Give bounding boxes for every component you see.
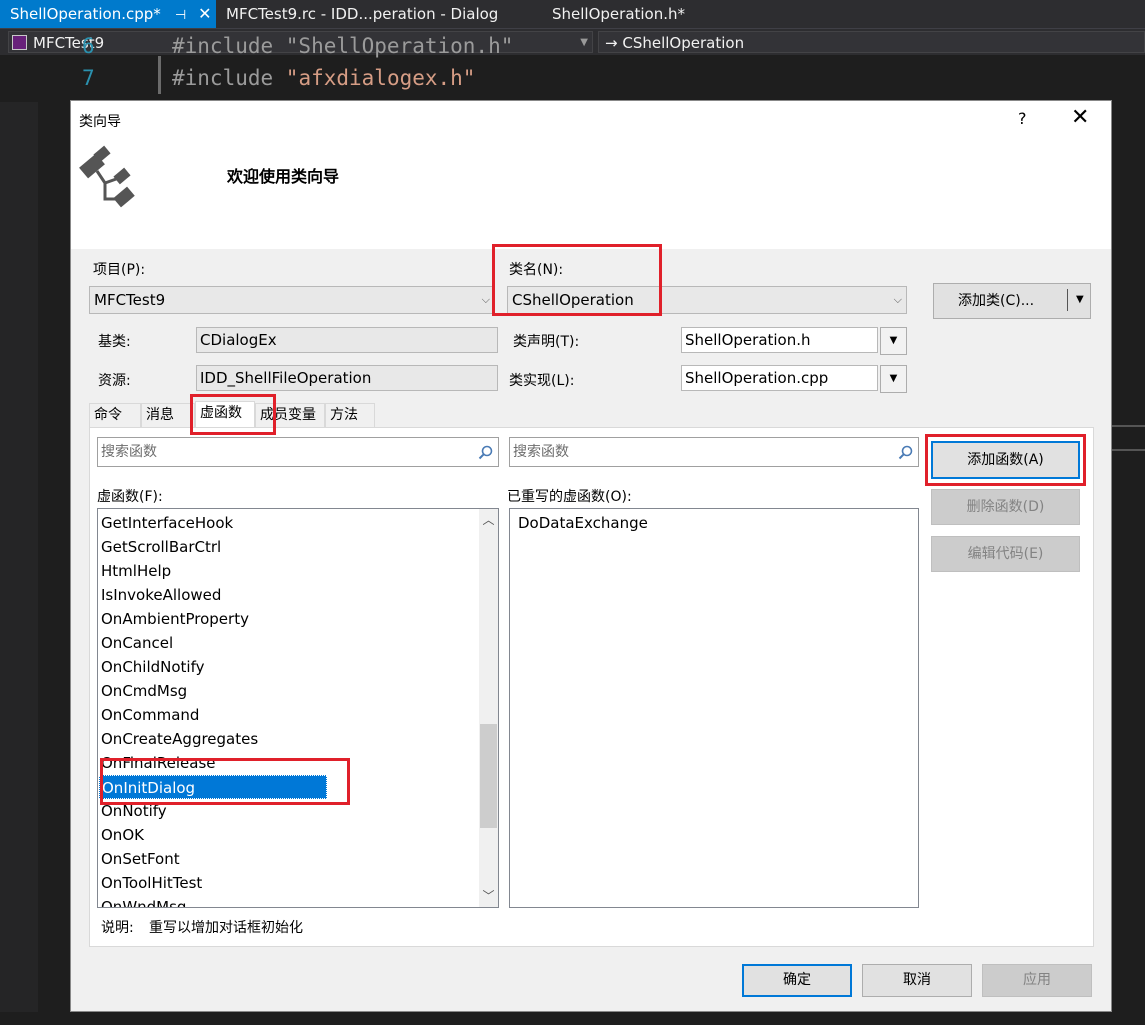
list-item[interactable]: IsInvokeAllowed	[99, 583, 221, 607]
class-wizard-dialog: 类向导 ? ✕ 欢迎使用类向导 项目(P): MFCTest9 ⌵ 类名(N):…	[70, 100, 1112, 1012]
code-string: "afxdialogex.h"	[285, 66, 476, 90]
add-class-label: 添加类(C)...	[958, 293, 1035, 309]
list-item[interactable]: OnCmdMsg	[99, 679, 187, 703]
project-icon	[12, 35, 27, 50]
virtual-functions-label: 虚函数(F):	[97, 489, 163, 505]
chevron-down-icon: ▼	[580, 37, 588, 48]
list-item[interactable]: GetInterfaceHook	[99, 511, 233, 535]
class-decl-field[interactable]: ShellOperation.h	[681, 327, 878, 353]
class-decl-label: 类声明(T):	[513, 334, 580, 350]
editor-decoration	[1112, 425, 1145, 451]
list-item[interactable]: OnCreateAggregates	[99, 727, 258, 751]
class-impl-label: 类实现(L):	[509, 373, 575, 389]
delete-function-button[interactable]: 删除函数(D)	[931, 489, 1080, 525]
tab-commands[interactable]: 命令	[89, 403, 141, 427]
tab-shelloperation-h[interactable]: ShellOperation.h*	[542, 0, 742, 28]
search-overridden-input[interactable]: 搜索函数	[509, 437, 919, 467]
overridden-functions-label: 已重写的虚函数(O):	[507, 489, 632, 505]
code-line: #include "afxdialogex.h"	[172, 66, 475, 90]
tab-mfctest9-rc[interactable]: MFCTest9.rc - IDD...peration - Dialog	[216, 0, 536, 28]
chevron-down-icon: ⌵	[893, 293, 902, 306]
list-item[interactable]: OnCancel	[99, 631, 173, 655]
chevron-down-icon: ⌵	[481, 293, 490, 306]
list-item[interactable]: OnCommand	[99, 703, 199, 727]
highlight-box-add-function	[925, 434, 1086, 486]
edit-code-button[interactable]: 编辑代码(E)	[931, 536, 1080, 572]
welcome-heading: 欢迎使用类向导	[227, 167, 340, 186]
class-wizard-icon	[79, 145, 135, 208]
overridden-functions-list[interactable]: DoDataExchange	[509, 508, 919, 908]
ok-button[interactable]: 确定	[742, 964, 852, 997]
resource-field: IDD_ShellFileOperation	[196, 365, 498, 391]
list-item[interactable]: DoDataExchange	[516, 511, 648, 535]
line-number: 7	[82, 66, 95, 90]
code-keyword: #include	[172, 66, 286, 90]
search-icon	[478, 438, 494, 470]
list-item[interactable]: OnToolHitTest	[99, 871, 202, 895]
dialog-title: 类向导	[79, 114, 121, 130]
list-item[interactable]: OnAmbientProperty	[99, 607, 249, 631]
class-name: CShellOperation	[622, 34, 745, 52]
pin-icon[interactable]: ⊣	[175, 8, 186, 23]
list-item[interactable]: OnWndMsg	[99, 895, 186, 907]
document-tab-bar: ShellOperation.cpp* ⊣ ✕ MFCTest9.rc - IDD.…	[0, 0, 1145, 28]
virtual-functions-list[interactable]: GetInterfaceHook GetScrollBarCtrl HtmlHe…	[97, 508, 499, 908]
tab-methods[interactable]: 方法	[325, 403, 375, 427]
tab-shelloperation-cpp[interactable]: ShellOperation.cpp* ⊣ ✕	[0, 0, 216, 28]
apply-button[interactable]: 应用	[982, 964, 1092, 997]
tab-label: MFCTest9.rc - IDD...peration - Dialog	[226, 5, 499, 23]
line-number: 6	[82, 34, 95, 58]
code-editor-bottom	[0, 1012, 1145, 1025]
caret-down-icon[interactable]: ▼	[1076, 284, 1084, 316]
highlight-box-virtual-tab	[190, 394, 276, 435]
tab-messages[interactable]: 消息	[141, 403, 195, 427]
list-item[interactable]: GetScrollBarCtrl	[99, 535, 221, 559]
project-label: 项目(P):	[93, 262, 146, 278]
outline-bar	[158, 56, 161, 94]
cancel-button[interactable]: 取消	[862, 964, 972, 997]
project-combo[interactable]: MFCTest9 ⌵	[89, 286, 495, 314]
tab-label: ShellOperation.h*	[552, 5, 686, 23]
resource-label: 资源:	[98, 373, 131, 389]
class-decl-dropdown[interactable]: ▼	[880, 327, 907, 355]
tab-label: ShellOperation.cpp*	[10, 5, 161, 23]
list-item[interactable]: HtmlHelp	[99, 559, 171, 583]
search-functions-input[interactable]: 搜索函数	[97, 437, 499, 467]
code-line: #include "ShellOperation.h"	[172, 34, 514, 58]
editor-gutter	[0, 56, 38, 1025]
base-class-field: CDialogEx	[196, 327, 498, 353]
description-label: 说明:	[101, 920, 134, 936]
class-dropdown[interactable]: → CShellOperation	[598, 31, 1145, 53]
project-combo-value: MFCTest9	[94, 291, 166, 309]
help-button[interactable]: ?	[1018, 109, 1027, 128]
list-item[interactable]: OnOK	[99, 823, 144, 847]
close-button[interactable]: ✕	[1071, 106, 1089, 130]
search-icon	[898, 438, 914, 470]
list-item[interactable]: OnChildNotify	[99, 655, 205, 679]
add-class-button[interactable]: 添加类(C)... ▼	[933, 283, 1091, 319]
search-placeholder: 搜索函数	[101, 444, 157, 460]
list-scrollbar[interactable]: ︿ ﹀	[479, 509, 498, 907]
list-item[interactable]: OnSetFont	[99, 847, 180, 871]
scroll-up-icon[interactable]: ︿	[479, 509, 498, 531]
dialog-header: 类向导 ? ✕ 欢迎使用类向导	[71, 101, 1111, 249]
close-icon[interactable]: ✕	[198, 4, 211, 23]
highlight-box-oninitdialog	[100, 758, 350, 805]
class-impl-field[interactable]: ShellOperation.cpp	[681, 365, 878, 391]
scroll-thumb[interactable]	[480, 724, 497, 828]
scroll-down-icon[interactable]: ﹀	[479, 885, 498, 907]
search-placeholder: 搜索函数	[513, 444, 569, 460]
split-separator	[1067, 289, 1068, 311]
class-impl-dropdown[interactable]: ▼	[880, 365, 907, 393]
arrow-right-icon: →	[605, 34, 618, 52]
base-class-label: 基类:	[98, 334, 131, 350]
description-value: 重写以增加对话框初始化	[149, 920, 303, 936]
highlight-box-classname	[492, 244, 662, 316]
